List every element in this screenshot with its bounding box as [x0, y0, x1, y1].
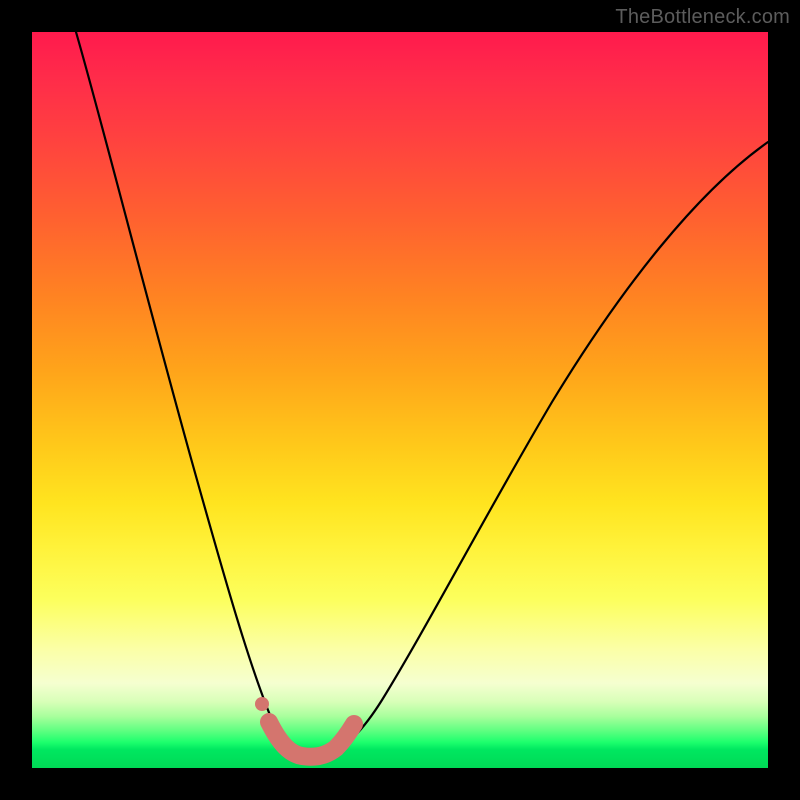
plot-area	[32, 32, 768, 768]
optimal-range-dot	[255, 697, 269, 711]
watermark-text: TheBottleneck.com	[615, 6, 790, 29]
chart-frame: TheBottleneck.com	[0, 0, 800, 800]
curve-svg	[32, 32, 768, 768]
bottleneck-curve	[76, 32, 768, 757]
optimal-range-marker	[269, 722, 354, 757]
